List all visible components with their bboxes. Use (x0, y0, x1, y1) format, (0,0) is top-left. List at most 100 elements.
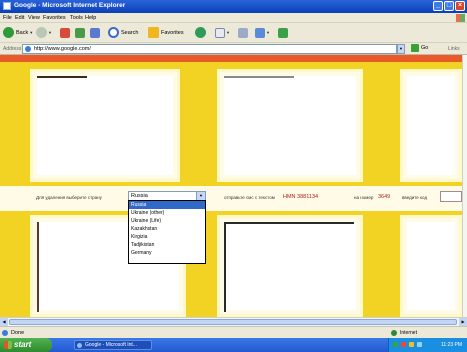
history-button[interactable] (195, 26, 206, 39)
sms-code-text: HMN 3881134 (283, 194, 319, 200)
tray-security-icon[interactable] (401, 342, 406, 347)
chevron-down-icon: ▼ (196, 192, 205, 200)
address-label: Address (3, 46, 22, 52)
globe-icon (391, 330, 397, 336)
favorites-label: Favorites (161, 29, 184, 36)
image-panel-5 (217, 215, 363, 317)
image-edge (224, 222, 354, 224)
menu-favorites[interactable]: Favorites (43, 15, 66, 21)
image-edge (224, 222, 226, 312)
search-button[interactable]: Search (108, 26, 138, 39)
address-dropdown-button[interactable]: ▼ (397, 44, 405, 54)
dropdown-option[interactable]: Kazakhstan (129, 225, 205, 233)
country-prompt-label: Для удаления выберите страну (36, 195, 102, 200)
forward-button[interactable]: ▼ (36, 26, 52, 39)
page-content: Для удаления выберите страну Russia ▼ от… (0, 55, 462, 317)
image-slot (37, 76, 173, 175)
address-bar: Address http://www.google.com/ ▼ Go Link… (0, 43, 467, 55)
address-url: http://www.google.com/ (34, 46, 91, 52)
sms-number-text: 3649 (378, 194, 391, 200)
close-button[interactable]: × (455, 1, 465, 11)
back-button[interactable]: Back ▼ (3, 26, 33, 39)
refresh-icon (75, 27, 85, 38)
go-label: Go (421, 45, 429, 51)
edit-icon (255, 27, 265, 38)
tray-alert-icon[interactable] (409, 342, 414, 347)
ie-app-icon (3, 2, 11, 10)
dropdown-option[interactable]: Russia (129, 201, 205, 209)
print-button[interactable] (238, 26, 248, 39)
messenger-button[interactable] (278, 26, 288, 39)
send-text-label: отправьте смс с текстом (224, 195, 275, 200)
system-tray: 11:23 PM (388, 338, 467, 352)
image-panel-6 (400, 215, 462, 317)
security-zone: Internet (400, 330, 417, 336)
taskbar-item-label: Google - Microsoft Int... (85, 342, 137, 348)
image-panel-1 (30, 69, 180, 182)
dropdown-option[interactable]: Tadjikistan (129, 241, 205, 249)
address-input[interactable]: http://www.google.com/ (22, 44, 397, 54)
image-edge (37, 76, 87, 78)
sms-form-row: Для удаления выберите страну Russia ▼ от… (0, 186, 462, 211)
start-label: start (14, 340, 32, 349)
refresh-button[interactable] (75, 26, 85, 39)
go-button[interactable]: Go (411, 44, 428, 52)
menu-tools[interactable]: Tools (70, 15, 83, 21)
home-button[interactable] (90, 26, 100, 39)
links-button[interactable]: Links (448, 46, 460, 52)
page-top-band (0, 55, 462, 62)
go-arrow-icon (411, 44, 419, 52)
search-icon (108, 27, 119, 38)
chevron-down-icon: ▼ (48, 30, 52, 35)
dropdown-option[interactable]: Germany (129, 249, 205, 257)
favorites-button[interactable]: Favorites (148, 26, 184, 39)
dropdown-option[interactable]: Ukraine (other) (129, 209, 205, 217)
minimize-button[interactable]: _ (433, 1, 443, 11)
tray-network-icon[interactable] (393, 342, 398, 347)
mail-icon (215, 27, 225, 38)
print-icon (238, 27, 248, 38)
country-select-value: Russia (131, 193, 148, 199)
menu-edit[interactable]: Edit (15, 15, 24, 21)
start-button[interactable]: start (0, 338, 52, 352)
history-icon (195, 27, 206, 38)
stop-icon (60, 27, 70, 38)
scroll-thumb[interactable] (9, 319, 457, 325)
chevron-down-icon: ▼ (266, 30, 270, 35)
home-icon (90, 27, 100, 38)
windows-logo-icon (456, 14, 465, 22)
horizontal-scrollbar[interactable]: ◀ ▶ (0, 317, 467, 326)
image-slot (224, 222, 356, 310)
dropdown-option[interactable]: Ukraine (Life) (129, 217, 205, 225)
image-slot (407, 76, 455, 175)
window-title: Google - Microsoft Internet Explorer (14, 2, 126, 9)
stop-button[interactable] (60, 26, 70, 39)
taskbar-clock: 11:23 PM (441, 342, 463, 348)
code-input[interactable] (440, 191, 462, 202)
menu-file[interactable]: File (3, 15, 12, 21)
menu-help[interactable]: Help (85, 15, 96, 21)
maximize-button[interactable]: □ (444, 1, 454, 11)
vertical-scrollbar[interactable] (462, 55, 467, 317)
scroll-right-button[interactable]: ▶ (459, 318, 467, 326)
forward-arrow-icon (36, 27, 47, 38)
toolbar: Back ▼ ▼ Search Favorites ▼ ▼ (0, 23, 467, 43)
status-text: Done (11, 330, 25, 336)
image-slot (224, 76, 356, 175)
status-bar: Done Internet (0, 326, 467, 338)
dropdown-option[interactable]: Kirgizia (129, 233, 205, 241)
taskbar-item-ie[interactable]: Google - Microsoft Int... (74, 340, 152, 350)
edit-button[interactable]: ▼ (255, 26, 270, 39)
mail-button[interactable]: ▼ (215, 26, 230, 39)
menu-view[interactable]: View (28, 15, 40, 21)
scroll-left-button[interactable]: ◀ (0, 318, 8, 326)
number-label: на номер (354, 195, 374, 200)
tray-volume-icon[interactable] (417, 342, 422, 347)
chevron-down-icon: ▼ (226, 30, 230, 35)
image-panel-3 (400, 69, 462, 182)
menu-bar: File Edit View Favorites Tools Help (0, 13, 467, 23)
taskbar: start Google - Microsoft Int... 11:23 PM (0, 338, 467, 352)
windows-flag-icon (4, 341, 12, 349)
back-label: Back (16, 29, 29, 36)
country-dropdown-list: Russia Ukraine (other) Ukraine (Life) Ka… (128, 200, 206, 264)
